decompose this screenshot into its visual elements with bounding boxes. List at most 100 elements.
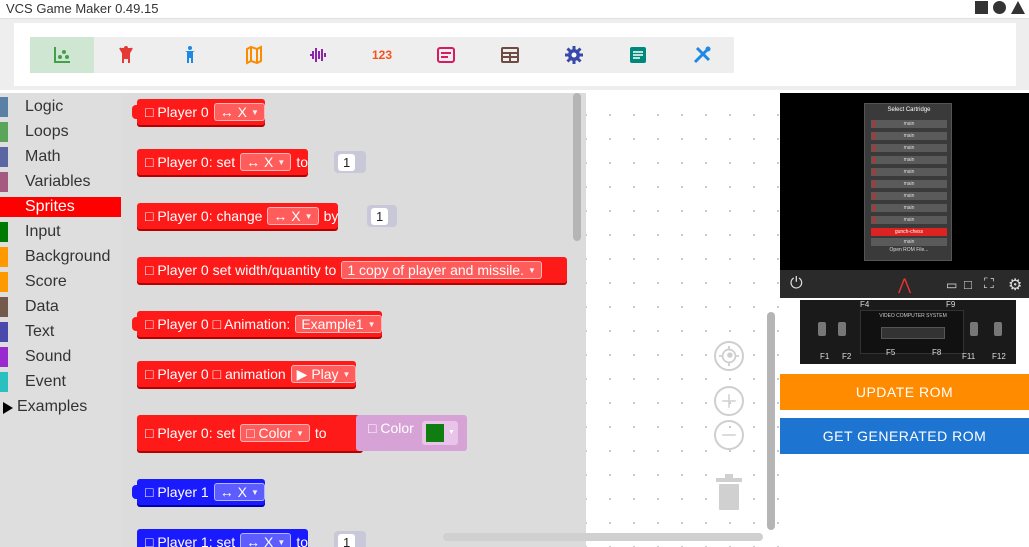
window-screen-icon[interactable]: □	[964, 277, 972, 292]
get-generated-rom-button[interactable]: GET GENERATED ROM	[780, 418, 1029, 454]
messages-tab-button[interactable]	[606, 37, 670, 73]
emulator-controls: ⏻ ⋀ ▭ □ ⛶ ⚙	[780, 270, 1029, 298]
workspace-hscrollbar[interactable]	[443, 533, 763, 541]
category-examples[interactable]: Examples	[0, 397, 121, 417]
axis-dropdown[interactable]: ↔ X ▼	[240, 533, 292, 547]
cartridge-item[interactable]: main	[871, 238, 947, 246]
cartridge-name: main	[903, 145, 915, 151]
zoom-out-icon[interactable]	[714, 420, 744, 450]
color-value-block[interactable]: □ Color ▼	[356, 415, 467, 451]
play-dropdown[interactable]: ▶ Play ▼	[290, 365, 357, 383]
board-tab-button[interactable]	[478, 37, 542, 73]
reset-switch[interactable]	[994, 322, 1002, 336]
cartridge-item[interactable]: main	[871, 204, 947, 212]
category-sprites[interactable]: Sprites	[0, 197, 121, 217]
sprites-tab-button[interactable]	[30, 37, 94, 73]
block-player0-x[interactable]: □ Player 0 ↔ X ▼	[132, 99, 265, 125]
category-data[interactable]: Data	[0, 297, 121, 317]
block-player1-x[interactable]: □ Player 1 ↔ X ▼	[132, 479, 265, 505]
axis-dropdown[interactable]: ↔ X ▼	[213, 483, 265, 501]
category-math[interactable]: Math	[0, 147, 121, 167]
color-attr-dropdown[interactable]: □ Color ▼	[240, 424, 310, 442]
category-text[interactable]: Text	[0, 322, 121, 342]
open-rom-link[interactable]: Open ROM File...	[871, 247, 947, 253]
category-color-swatch	[0, 272, 8, 292]
category-variables[interactable]: Variables	[0, 172, 121, 192]
category-input[interactable]: Input	[0, 222, 121, 242]
number-input-slot[interactable]: 1	[334, 531, 366, 547]
numbers-tab-button[interactable]: 123	[350, 37, 414, 73]
console-switches: F4 F9 VIDEO COMPUTER SYSTEM F1 F2 F5 F8 …	[800, 300, 1016, 364]
block-player0-animation-play[interactable]: □ Player 0 □ animation ▶ Play ▼	[137, 361, 357, 387]
cartridge-item[interactable]: main	[871, 156, 947, 164]
number-input-slot[interactable]: 1	[334, 151, 366, 173]
axis-dropdown[interactable]: ↔ X ▼	[213, 103, 265, 121]
axis-dropdown[interactable]: ↔ X ▼	[267, 207, 319, 225]
category-logic[interactable]: Logic	[0, 97, 121, 117]
block-label: □ Player 0: set	[145, 154, 236, 170]
color-swatch-dropdown[interactable]: ▼	[422, 421, 458, 445]
trash-icon[interactable]	[716, 474, 742, 510]
block-label: □ Player 0	[145, 104, 209, 120]
block-player0-change[interactable]: □ Player 0: change ↔ X ▼ by	[137, 203, 339, 229]
color-switch[interactable]	[818, 322, 826, 336]
cartridge-item[interactable]: main	[871, 168, 947, 176]
block-connector	[132, 105, 140, 119]
number-input-slot[interactable]: 1	[367, 205, 397, 227]
cartridge-item-selected[interactable]: gunch-chess	[871, 228, 947, 236]
width-dropdown[interactable]: 1 copy of player and missile. ▼	[341, 261, 542, 279]
cartridge-item[interactable]: main	[871, 216, 947, 224]
minimize-icon[interactable]	[975, 1, 988, 14]
category-event[interactable]: Event	[0, 372, 121, 392]
cartridge-slot	[881, 327, 945, 339]
recenter-icon[interactable]	[714, 341, 744, 371]
toolbar: 123	[14, 23, 1016, 86]
block-player0-width[interactable]: □ Player 0 set width/quantity to 1 copy …	[137, 257, 567, 283]
sound-tab-button[interactable]	[286, 37, 350, 73]
emulator-screen[interactable]: Select Cartridge main main main main mai…	[780, 93, 1029, 270]
settings-gear-icon[interactable]: ⚙	[1008, 275, 1022, 295]
update-rom-button[interactable]: UPDATE ROM	[780, 374, 1029, 410]
cartridge-name: main	[903, 239, 915, 245]
category-sound[interactable]: Sound	[0, 347, 121, 367]
workspace-canvas[interactable]	[586, 93, 779, 547]
power-icon[interactable]: ⏻	[790, 275, 803, 293]
block-label: □ Player 0: change	[145, 208, 263, 224]
cartridge-item[interactable]: main	[871, 120, 947, 128]
category-label: Variables	[25, 173, 91, 190]
category-label: Sound	[25, 348, 72, 365]
cartridge-item[interactable]: main	[871, 180, 947, 188]
minimize-screen-icon[interactable]: ▭	[946, 278, 957, 292]
flyout-scrollbar[interactable]	[573, 93, 581, 241]
player0-tab-button[interactable]	[94, 37, 158, 73]
block-player0-set-color[interactable]: □ Player 0: set □ Color ▼ to	[137, 415, 363, 451]
animation-dropdown[interactable]: Example1 ▼	[295, 315, 382, 333]
workspace-vscrollbar[interactable]	[767, 312, 775, 530]
block-player0-set[interactable]: □ Player 0: set ↔ X ▼ to	[137, 149, 309, 175]
select-switch[interactable]	[970, 322, 978, 336]
cartridge-item[interactable]: main	[871, 192, 947, 200]
maximize-icon[interactable]	[993, 1, 1006, 14]
difficulty-switch[interactable]	[838, 322, 846, 336]
category-loops[interactable]: Loops	[0, 122, 121, 142]
zoom-in-icon[interactable]	[714, 386, 744, 416]
cartridge-item[interactable]: main	[871, 132, 947, 140]
block-player0-animation-select[interactable]: □ Player 0 □ Animation: Example1 ▼	[132, 311, 382, 337]
block-player1-set[interactable]: □ Player 1: set ↔ X ▼ to	[137, 529, 309, 547]
number-value[interactable]: 1	[338, 533, 356, 547]
tools-tab-button[interactable]	[670, 37, 734, 73]
category-score[interactable]: Score	[0, 272, 121, 292]
category-background[interactable]: Background	[0, 247, 121, 267]
block-by-label: by	[323, 208, 339, 224]
number-value[interactable]: 1	[338, 153, 356, 171]
axis-dropdown[interactable]: ↔ X ▼	[240, 153, 292, 171]
cartridge-item[interactable]: main	[871, 144, 947, 152]
player1-tab-button[interactable]	[158, 37, 222, 73]
playfield-tab-button[interactable]	[222, 37, 286, 73]
close-icon[interactable]	[1011, 1, 1025, 14]
number-value[interactable]: 1	[371, 207, 389, 225]
settings-tab-button[interactable]	[542, 37, 606, 73]
block-label: □ Player 1: set	[145, 534, 236, 547]
fullscreen-icon[interactable]: ⛶	[984, 275, 994, 292]
text-tab-button[interactable]	[414, 37, 478, 73]
